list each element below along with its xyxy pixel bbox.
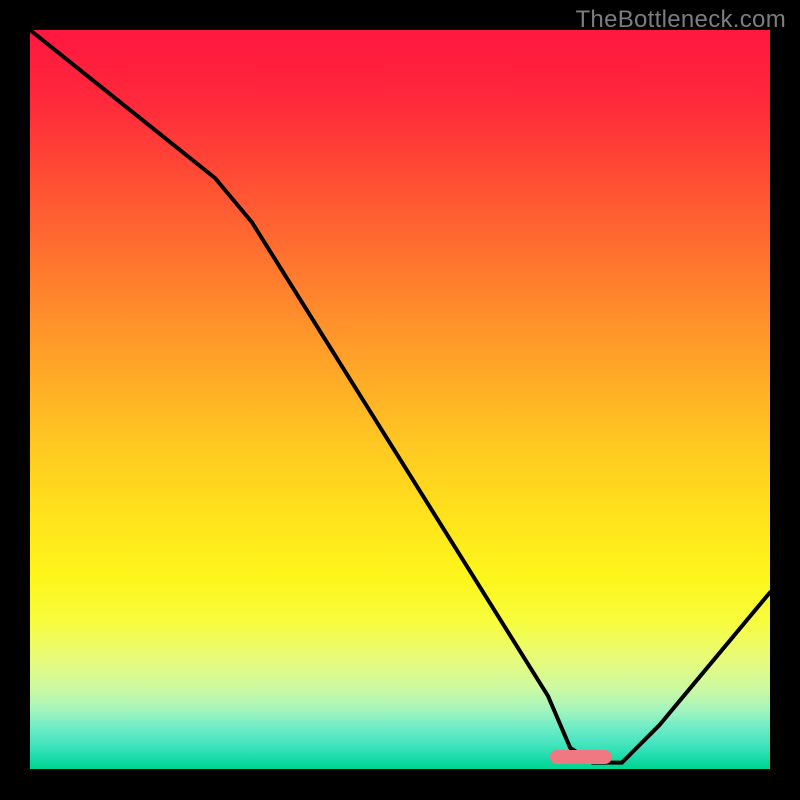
chart-container: TheBottleneck.com (0, 0, 800, 800)
watermark-text: TheBottleneck.com (575, 6, 786, 34)
bottleneck-curve (30, 30, 770, 770)
x-axis-line (30, 769, 770, 771)
plot-area (30, 30, 770, 770)
optimum-marker (550, 750, 612, 764)
